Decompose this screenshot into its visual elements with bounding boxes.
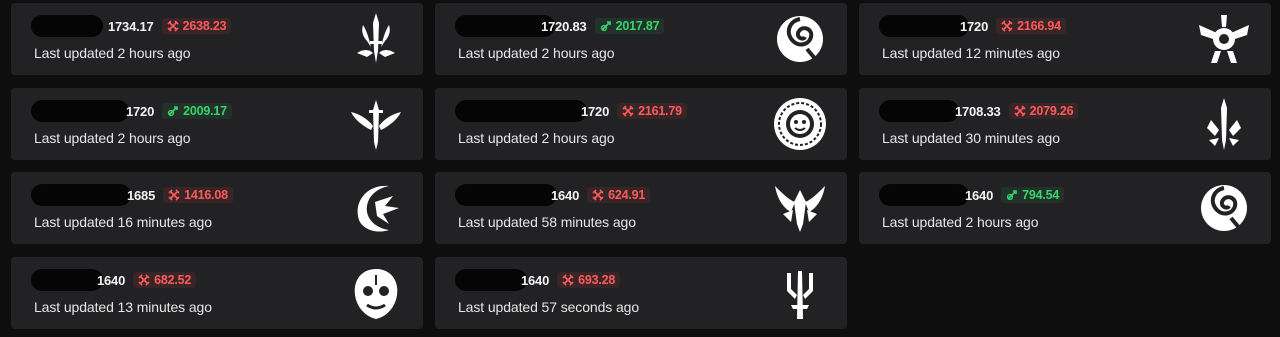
last-updated: Last updated 58 minutes ago [458, 214, 636, 230]
crossed-swords-icon [592, 189, 604, 201]
swirl-q-icon [773, 11, 827, 67]
delta-badge: 682.52 [133, 272, 197, 288]
last-updated: Last updated 2 hours ago [458, 45, 615, 61]
delta-value: 2166.94 [1017, 19, 1061, 33]
delta-badge: 2161.79 [617, 103, 687, 119]
player-card[interactable]: 1685 1416.08 Last updated 16 minutes ago [11, 172, 423, 244]
last-updated: Last updated 2 hours ago [34, 45, 191, 61]
rating: 1734.17 [108, 18, 154, 34]
delta-badge: 2009.17 [162, 103, 232, 119]
delta-value: 2017.87 [615, 19, 660, 33]
player-card[interactable]: 1640 693.28 Last updated 57 seconds ago [435, 257, 847, 329]
demon-wings-icon [773, 180, 827, 236]
delta-badge: 2166.94 [996, 18, 1066, 34]
player-card[interactable]: 1640 794.54 Last updated 2 hours ago [859, 172, 1271, 244]
shield-sword-icon [1007, 190, 1017, 201]
redacted-name [31, 269, 103, 291]
trident-icon [773, 265, 827, 321]
last-updated: Last updated 2 hours ago [34, 130, 191, 146]
delta-value: 693.28 [578, 273, 616, 287]
sword-crest-icon [349, 11, 403, 67]
redacted-name [31, 184, 131, 206]
delta-badge: 794.54 [1001, 187, 1065, 203]
crossed-swords-icon [562, 274, 574, 286]
last-updated: Last updated 30 minutes ago [882, 130, 1060, 146]
last-updated: Last updated 2 hours ago [882, 214, 1039, 230]
rating: 1640 [551, 187, 580, 203]
rating: 1708.33 [955, 103, 1001, 119]
player-card[interactable]: 1734.17 2638.23 Last updated 2 hours ago [11, 3, 423, 75]
crossed-swords-icon [1001, 20, 1013, 32]
last-updated: Last updated 2 hours ago [458, 130, 615, 146]
delta-value: 794.54 [1022, 188, 1060, 202]
crossed-swords-icon [1014, 105, 1026, 117]
delta-badge: 624.91 [587, 187, 651, 203]
redacted-name [455, 184, 557, 206]
player-card[interactable]: 1708.33 2079.26 Last updated 30 minutes … [859, 88, 1271, 160]
shield-sword-icon [168, 106, 178, 117]
last-updated: Last updated 57 seconds ago [458, 299, 640, 315]
delta-badge: 2079.26 [1008, 103, 1079, 119]
player-card[interactable]: 1640 682.52 Last updated 13 minutes ago [11, 257, 423, 329]
crescent-dragon-icon [349, 180, 403, 236]
delta-value: 2009.17 [183, 104, 227, 118]
crossed-swords-icon [622, 105, 634, 117]
redacted-name [31, 100, 129, 122]
player-card[interactable]: 1640 624.91 Last updated 58 minutes ago [435, 172, 847, 244]
redacted-name [879, 100, 959, 122]
delta-value: 682.52 [154, 273, 192, 287]
crossed-swords-icon [138, 274, 150, 286]
rating: 1720 [581, 103, 610, 119]
winged-sword-icon [349, 96, 403, 152]
rating: 1720 [126, 103, 155, 119]
redacted-name [455, 100, 587, 122]
last-updated: Last updated 12 minutes ago [882, 45, 1060, 61]
redacted-name [31, 15, 103, 37]
rating: 1720 [960, 18, 989, 34]
rating: 1720.83 [541, 18, 587, 34]
redacted-name [455, 15, 555, 37]
last-updated: Last updated 16 minutes ago [34, 214, 212, 230]
crossed-swords-icon [168, 189, 180, 201]
rating: 1685 [127, 187, 156, 203]
shield-sword-icon [600, 21, 611, 32]
delta-value: 624.91 [608, 188, 646, 202]
rating: 1640 [97, 272, 126, 288]
gear-wings-icon [1197, 11, 1251, 67]
redacted-name [455, 269, 527, 291]
player-card[interactable]: 1720.83 2017.87 Last updated 2 hours ago [435, 3, 847, 75]
delta-badge: 2638.23 [161, 18, 232, 34]
redacted-name [879, 15, 969, 37]
player-card[interactable]: 1720 2166.94 Last updated 12 minutes ago [859, 3, 1271, 75]
swirl-q-icon [1197, 180, 1251, 236]
delta-value: 1416.08 [184, 188, 228, 202]
last-updated: Last updated 13 minutes ago [34, 299, 212, 315]
crossed-swords-icon [167, 20, 179, 32]
delta-badge: 693.28 [557, 272, 621, 288]
player-card[interactable]: 1720 2161.79 Last updated 2 hours ago [435, 88, 847, 160]
redacted-name [879, 184, 969, 206]
rating: 1640 [965, 187, 994, 203]
rating: 1640 [521, 272, 550, 288]
delta-badge: 1416.08 [163, 187, 233, 203]
leaderboard-grid: 1734.17 2638.23 Last updated 2 hours ago… [0, 0, 1280, 337]
ornate-mask-icon [349, 265, 403, 321]
delta-value: 2638.23 [182, 19, 227, 33]
delta-badge: 2017.87 [594, 18, 665, 34]
player-card[interactable]: 1720 2009.17 Last updated 2 hours ago [11, 88, 423, 160]
delta-value: 2079.26 [1029, 104, 1074, 118]
delta-value: 2161.79 [638, 104, 682, 118]
mandala-face-icon [773, 96, 827, 152]
thorned-sword-icon [1197, 96, 1251, 152]
